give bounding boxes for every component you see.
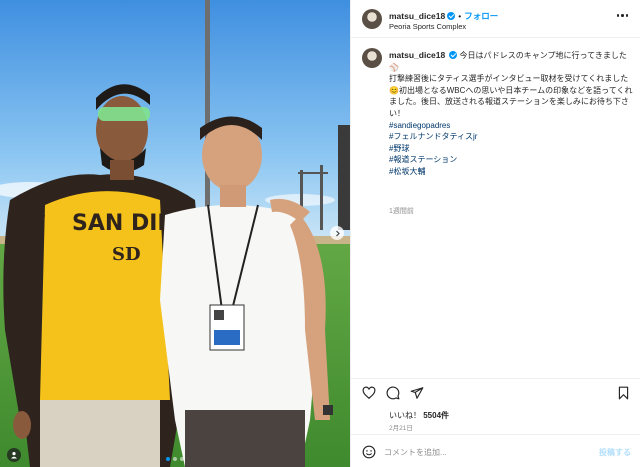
carousel-dot <box>180 457 184 461</box>
hashtag-link[interactable]: #フェルナンドタティスjr <box>389 131 634 143</box>
avatar[interactable] <box>362 9 382 29</box>
separator: • <box>458 11 462 21</box>
hashtag-link[interactable]: #sandiegopadres <box>389 120 634 132</box>
post-comment-button[interactable]: 投稿する <box>599 447 631 458</box>
username-link[interactable]: matsu_dice18 <box>389 11 445 21</box>
post-date: 2月21日 <box>389 425 413 432</box>
carousel-dot <box>166 457 170 461</box>
chevron-right-icon[interactable] <box>330 226 344 240</box>
post-header: matsu_dice18 • フォロー Peoria Sports Complex <box>351 0 640 38</box>
likes-count[interactable]: いいね！ 5504件 <box>389 410 449 421</box>
verified-icon <box>447 12 456 20</box>
more-icon[interactable] <box>616 14 628 17</box>
location-link[interactable]: Peoria Sports Complex <box>389 22 466 31</box>
action-icons <box>361 385 424 400</box>
avatar[interactable] <box>362 48 382 68</box>
action-section: いいね！ 5504件 2月21日 投稿する <box>351 378 640 467</box>
bookmark-icon[interactable] <box>616 385 631 400</box>
comment-icon[interactable] <box>385 385 400 400</box>
caption-section: matsu_dice18 今日はパドレスのキャンプ地に行ってきました⚾️ 打撃練… <box>351 38 640 378</box>
comment-input[interactable] <box>384 444 584 460</box>
hashtag-link[interactable]: #報道ステーション <box>389 154 634 166</box>
carousel-dots <box>0 457 350 461</box>
follow-button[interactable]: フォロー <box>464 11 498 21</box>
post-panel: matsu_dice18 • フォロー Peoria Sports Complex … <box>350 0 640 467</box>
caption-line: 打撃練習後にタティス選手がインタビュー取材を受けてくれました😊初出場となるWBC… <box>389 74 633 118</box>
post-photo[interactable]: SAN DIEGO SD <box>0 0 350 467</box>
time-ago[interactable]: 1週間前 <box>389 206 414 216</box>
hashtag-link[interactable]: #野球 <box>389 143 634 155</box>
emoji-icon[interactable] <box>361 444 376 459</box>
likes-value: 5504件 <box>423 411 450 420</box>
caption-text: matsu_dice18 今日はパドレスのキャンプ地に行ってきました⚾️ 打撃練… <box>389 50 634 178</box>
carousel-dot <box>173 457 177 461</box>
hashtag-link[interactable]: #松坂大輔 <box>389 166 634 178</box>
share-icon[interactable] <box>409 385 424 400</box>
heart-icon[interactable] <box>361 385 376 400</box>
username-link[interactable]: matsu_dice18 <box>389 50 445 60</box>
comment-bar: 投稿する <box>351 434 640 467</box>
header-user-line: matsu_dice18 • フォロー <box>389 10 498 22</box>
jersey-logo: SD <box>112 244 141 265</box>
verified-icon <box>449 51 458 59</box>
photo-image: SAN DIEGO SD <box>0 0 350 467</box>
likes-label: いいね！ <box>389 411 421 420</box>
